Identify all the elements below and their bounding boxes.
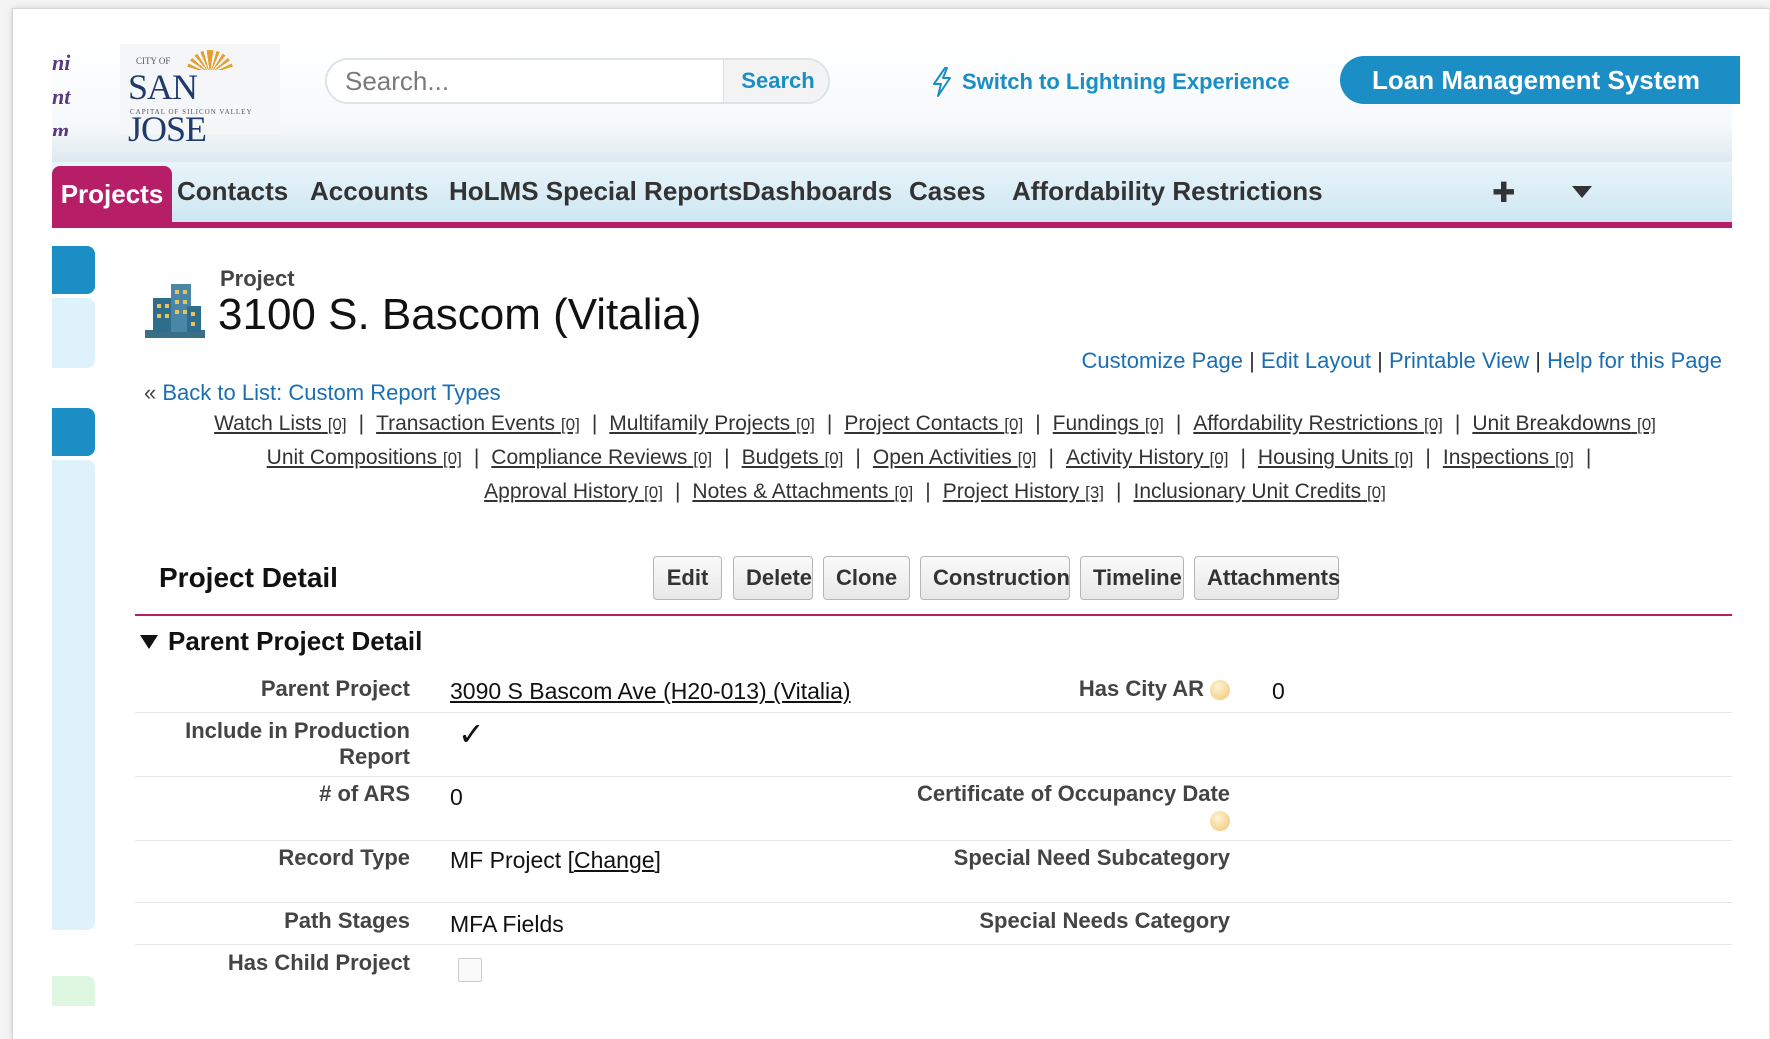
field-label-has-city-ar: Has City AR [900,676,1230,702]
add-tab-icon[interactable]: ✚ [1492,176,1515,209]
has-child-project-checkbox[interactable] [458,958,482,982]
lightning-bolt-icon [933,67,951,97]
related-open-activities[interactable]: Open Activities [0] [873,446,1037,469]
related-affordability-restrictions[interactable]: Affordability Restrictions [0] [1193,412,1443,435]
more-tabs-dropdown-icon[interactable] [1572,186,1592,198]
related-activity-history[interactable]: Activity History [0] [1066,446,1228,469]
field-label-special-needs-category: Special Needs Category [979,908,1230,933]
related-unit-breakdowns[interactable]: Unit Breakdowns [0] [1472,412,1656,435]
tab-projects[interactable]: Projects [52,166,172,222]
related-approval-history[interactable]: Approval History [0] [484,480,663,503]
printable-view-link[interactable]: Printable View [1389,348,1529,373]
back-to-list-link[interactable]: Back to List: Custom Report Types [162,380,500,405]
related-compliance-reviews[interactable]: Compliance Reviews [0] [491,446,712,469]
field-label-record-type: Record Type [278,845,410,870]
app-switcher-button[interactable]: Loan Management System [1340,56,1740,104]
field-label-path-stages: Path Stages [284,908,410,933]
field-label-num-ars: # of ARS [319,781,410,806]
page-title: 3100 S. Bascom (Vitalia) [218,290,702,339]
sidebar-handle[interactable] [52,246,95,294]
row-divider [135,840,1732,841]
help-icon[interactable] [1210,680,1230,701]
city-logo[interactable]: CITY OF SAN JOSE CAPITAL OF SILICON VALL… [120,44,280,149]
field-value-path-stages: MFA Fields [450,911,564,937]
sliver-text: m [52,118,70,136]
related-list-links-row-1: Watch Lists [0] | Transaction Events [0] | M… [214,412,1656,435]
change-record-type-link[interactable]: Change [574,847,655,873]
sidebar-handle[interactable] [52,408,95,456]
left-sliver: ni nt m [52,46,82,136]
edit-layout-link[interactable]: Edit Layout [1261,348,1371,373]
attachments-button[interactable]: Attachments [1194,556,1340,600]
delete-button[interactable]: Delete [733,556,813,600]
field-label-cert-occupancy: Certificate of Occupancy Date [900,781,1230,833]
tab-holms-special-reports[interactable]: HoLMS Special Reports [449,176,742,207]
related-multifamily-projects[interactable]: Multifamily Projects [0] [609,412,815,435]
field-value-num-ars: 0 [450,784,463,810]
detail-divider [135,614,1732,616]
row-divider [135,944,1732,945]
customize-page-link[interactable]: Customize Page [1082,348,1243,373]
search-button[interactable]: Search [723,60,828,102]
construction-button[interactable]: Construction [920,556,1070,600]
clone-button[interactable]: Clone [823,556,910,600]
sliver-text: nt [52,84,71,109]
search-input[interactable] [327,60,723,102]
logo-small-text: CITY OF [136,56,171,66]
field-value-record-type: MF Project [Change] [450,847,661,873]
tab-dashboards[interactable]: Dashboards [742,176,892,207]
sliver-text: ni [52,50,71,75]
sidebar-panel [52,976,95,1006]
related-project-history[interactable]: Project History [3] [943,480,1104,503]
row-divider [135,712,1732,713]
related-list-links-row-3: Approval History [0] | Notes & Attachments… [484,480,1386,503]
related-housing-units[interactable]: Housing Units [0] [1258,446,1413,469]
related-watch-lists[interactable]: Watch Lists [0] [214,412,347,435]
switch-lightning-label: Switch to Lightning Experience [962,69,1290,94]
parent-project-link[interactable]: 3090 S Bascom Ave (H20-013) (Vitalia) [450,678,851,704]
back-arrow-icon: « [144,380,157,405]
timeline-button[interactable]: Timeline [1080,556,1184,600]
tab-accounts[interactable]: Accounts [310,176,428,207]
field-value-parent-project: 3090 S Bascom Ave (H20-013) (Vitalia) [450,678,851,704]
detail-section-title: Project Detail [159,562,338,593]
page-links: Customize Page | Edit Layout | Printable… [1081,348,1722,373]
parent-project-section-toggle[interactable]: Parent Project Detail [140,626,422,657]
row-divider [135,776,1732,777]
related-notes-attachments[interactable]: Notes & Attachments [0] [692,480,913,503]
related-list-links-row-2: Unit Compositions [0] | Compliance Reviews… [266,446,1592,469]
field-label-include-production: Include in Production Report [185,718,410,769]
tab-bar: Projects Contacts Accounts HoLMS Special… [52,162,1732,228]
related-inspections[interactable]: Inspections [0] [1443,446,1574,469]
building-icon [145,284,205,338]
edit-button[interactable]: Edit [653,556,722,600]
related-unit-compositions[interactable]: Unit Compositions [0] [267,446,462,469]
sidebar-panel [52,298,95,368]
tab-contacts[interactable]: Contacts [177,176,288,207]
field-label-has-child-project: Has Child Project [227,950,410,975]
related-inclusionary-unit-credits[interactable]: Inclusionary Unit Credits [0] [1134,480,1386,503]
help-icon[interactable] [1210,811,1230,832]
collapse-triangle-icon [140,634,158,649]
section-title: Parent Project Detail [168,626,423,656]
tab-cases[interactable]: Cases [909,176,986,207]
tab-affordability-restrictions[interactable]: Affordability Restrictions [1012,176,1323,207]
related-fundings[interactable]: Fundings [0] [1053,412,1164,435]
switch-lightning-link[interactable]: Switch to Lightning Experience [930,66,1290,98]
field-label-special-need-subcategory: Special Need Subcategory [953,845,1230,870]
search-box: Search [325,58,830,104]
row-divider [135,902,1732,903]
back-to-list: « Back to List: Custom Report Types [144,380,501,406]
related-transaction-events[interactable]: Transaction Events [0] [376,412,580,435]
help-page-link[interactable]: Help for this Page [1547,348,1722,373]
object-type-label: Project [220,266,295,291]
related-project-contacts[interactable]: Project Contacts [0] [844,412,1023,435]
checkmark-icon: ✓ [458,716,485,752]
field-value-has-city-ar: 0 [1272,678,1285,704]
logo-sub-text: CAPITAL OF SILICON VALLEY [130,108,253,116]
sidebar-panel [52,460,95,930]
related-budgets[interactable]: Budgets [0] [742,446,844,469]
field-label-parent-project: Parent Project [260,676,410,701]
